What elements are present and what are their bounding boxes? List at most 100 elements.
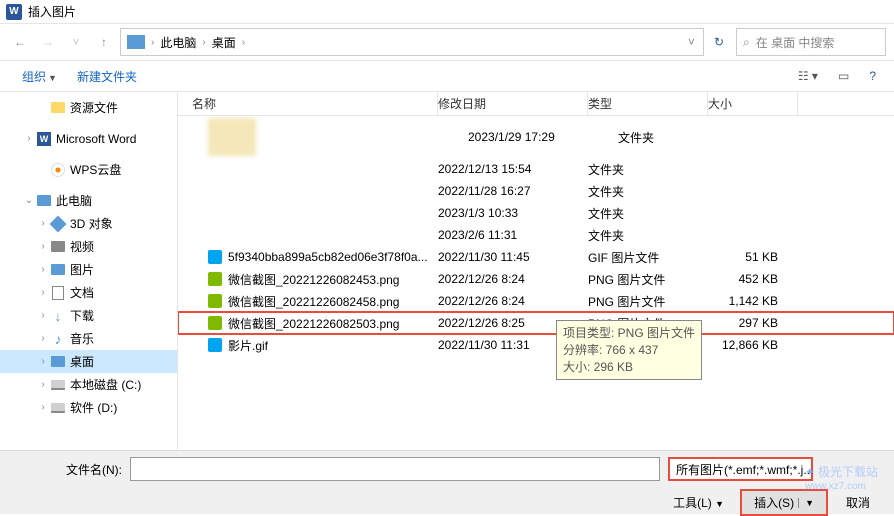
search-input[interactable]: ⌕ 在 桌面 中搜索	[736, 28, 886, 56]
recent-dropdown[interactable]: ˅	[64, 30, 88, 54]
sidebar-item-this-pc[interactable]: ⌄ 此电脑	[0, 189, 177, 212]
sidebar-item-label: 软件 (D:)	[70, 399, 117, 416]
chevron-right-icon[interactable]: ›	[36, 333, 50, 344]
chevron-right-icon[interactable]: ›	[36, 356, 50, 367]
new-folder-button[interactable]: 新建文件夹	[67, 64, 147, 89]
sidebar-item-label: 此电脑	[56, 192, 92, 209]
tooltip-line: 大小: 296 KB	[563, 359, 695, 376]
sidebar-item-label: 下载	[70, 307, 94, 324]
file-date: 2023/1/29 17:29	[468, 130, 618, 144]
cancel-button[interactable]: 取消	[834, 491, 882, 514]
column-type[interactable]: 类型	[588, 92, 708, 115]
folder-row[interactable]: 2022/12/13 15:54 文件夹	[178, 158, 894, 180]
refresh-button[interactable]: ↻	[714, 35, 724, 49]
file-row-highlighted[interactable]: 微信截图_20221226082503.png 2022/12/26 8:25 …	[178, 312, 894, 334]
chevron-right-icon[interactable]: ›	[36, 379, 50, 390]
sidebar-item-label: WPS云盘	[70, 161, 121, 178]
file-size: 1,142 KB	[708, 294, 798, 308]
sidebar-item-downloads[interactable]: › ↓ 下载	[0, 304, 177, 327]
png-icon	[208, 272, 222, 286]
path-dropdown-icon[interactable]: ˅	[688, 35, 695, 49]
chevron-right-icon[interactable]: ›	[149, 37, 156, 48]
insert-dropdown-icon[interactable]: ▼	[798, 498, 814, 508]
word-app-icon: W	[6, 4, 22, 20]
address-bar[interactable]: › 此电脑 › 桌面 › ˅	[120, 28, 704, 56]
sidebar-item-label: 3D 对象	[70, 215, 113, 232]
sidebar-item-label: 音乐	[70, 330, 94, 347]
file-row[interactable]: 5f9340bba899a5cb82ed06e3f78f0a... 2022/1…	[178, 246, 894, 268]
sidebar-item-label: Microsoft Word	[56, 132, 136, 146]
file-size: 12,866 KB	[708, 338, 798, 352]
file-type: 文件夹	[618, 129, 738, 146]
file-size: 51 KB	[708, 250, 798, 264]
title-bar: W 插入图片	[0, 0, 894, 24]
chevron-right-icon[interactable]: ›	[36, 287, 50, 298]
view-mode-button[interactable]: ☷ ▾	[792, 67, 824, 85]
sidebar-item-3d[interactable]: › 3D 对象	[0, 212, 177, 235]
file-row[interactable]: 微信截图_20221226082458.png 2022/12/26 8:24 …	[178, 290, 894, 312]
sidebar-item-music[interactable]: › ♪ 音乐	[0, 327, 177, 350]
path-segment-desktop[interactable]: 桌面	[208, 34, 240, 51]
file-name: 影片.gif	[228, 337, 268, 354]
file-type: 文件夹	[588, 205, 708, 222]
column-date[interactable]: 修改日期	[438, 92, 588, 115]
file-date: 2022/11/30 11:45	[438, 250, 588, 264]
sidebar-item-pictures[interactable]: › 图片	[0, 258, 177, 281]
tooltip-line: 项目类型: PNG 图片文件	[563, 325, 695, 342]
file-name: 微信截图_20221226082458.png	[228, 293, 399, 310]
chevron-right-icon[interactable]: ›	[22, 133, 36, 144]
sidebar-item-wps[interactable]: WPS云盘	[0, 158, 177, 181]
sidebar-item-videos[interactable]: › 视频	[0, 235, 177, 258]
chevron-right-icon[interactable]: ›	[36, 218, 50, 229]
folder-row[interactable]: 2022/11/28 16:27 文件夹	[178, 180, 894, 202]
organize-button[interactable]: 组织▼	[12, 64, 67, 89]
preview-pane-button[interactable]: ▭	[832, 67, 855, 85]
chevron-right-icon[interactable]: ›	[200, 37, 207, 48]
file-date: 2022/12/26 8:24	[438, 272, 588, 286]
back-button[interactable]: ←	[8, 30, 32, 54]
insert-button[interactable]: 插入(S) ▼	[740, 489, 828, 516]
tools-button[interactable]: 工具(L) ▼	[663, 491, 734, 514]
folder-row[interactable]: 2023/1/3 10:33 文件夹	[178, 202, 894, 224]
file-row[interactable]: 微信截图_20221226082453.png 2022/12/26 8:24 …	[178, 268, 894, 290]
sidebar-item-documents[interactable]: › 文档	[0, 281, 177, 304]
file-name: 微信截图_20221226082453.png	[228, 271, 399, 288]
chevron-right-icon[interactable]: ›	[240, 37, 247, 48]
file-type: GIF 图片文件	[588, 249, 708, 266]
file-row[interactable]: 影片.gif 2022/11/30 11:31 GIF 图片文件 12,866 …	[178, 334, 894, 356]
filename-input[interactable]	[130, 457, 660, 481]
chevron-down-icon[interactable]: ⌄	[22, 195, 36, 206]
folder-row[interactable]: 2023/2/6 11:31 文件夹	[178, 224, 894, 246]
sidebar-item-resources[interactable]: 资源文件	[0, 96, 177, 119]
nav-bar: ← → ˅ ↑ › 此电脑 › 桌面 › ˅ ↻ ⌕ 在 桌面 中搜索	[0, 24, 894, 60]
chevron-right-icon[interactable]: ›	[36, 402, 50, 413]
folder-row[interactable]: 2023/1/29 17:29 文件夹	[178, 116, 894, 158]
sidebar-item-word[interactable]: › W Microsoft Word	[0, 127, 177, 150]
chevron-right-icon[interactable]: ›	[36, 310, 50, 321]
file-date: 2023/2/6 11:31	[438, 228, 588, 242]
path-segment-pc[interactable]: 此电脑	[156, 34, 200, 51]
file-type: PNG 图片文件	[588, 271, 708, 288]
column-size[interactable]: 大小	[708, 92, 798, 115]
sidebar-item-disk-c[interactable]: › 本地磁盘 (C:)	[0, 373, 177, 396]
sidebar-item-disk-d[interactable]: › 软件 (D:)	[0, 396, 177, 419]
file-type-filter[interactable]: 所有图片(*.emf;*.wmf;*.j... ˅	[668, 457, 813, 481]
column-name[interactable]: 名称	[178, 92, 438, 115]
sidebar-item-label: 图片	[70, 261, 94, 278]
toolbar: 组织▼ 新建文件夹 ☷ ▾ ▭ ?	[0, 60, 894, 92]
sidebar-item-label: 桌面	[70, 353, 94, 370]
chevron-right-icon[interactable]: ›	[36, 264, 50, 275]
download-icon: ↓	[50, 308, 66, 324]
sidebar-item-label: 资源文件	[70, 99, 118, 116]
file-list[interactable]: 2023/1/29 17:29 文件夹 2022/12/13 15:54 文件夹…	[178, 116, 894, 450]
navigation-tree: 资源文件 › W Microsoft Word WPS云盘 ⌄ 此电脑 › 3D…	[0, 92, 178, 450]
file-type: 文件夹	[588, 183, 708, 200]
forward-button[interactable]: →	[36, 30, 60, 54]
music-icon: ♪	[50, 331, 66, 347]
folder-thumb	[208, 118, 256, 156]
chevron-right-icon[interactable]: ›	[36, 241, 50, 252]
sidebar-item-desktop[interactable]: › 桌面	[0, 350, 177, 373]
up-button[interactable]: ↑	[92, 30, 116, 54]
tooltip-line: 分辨率: 766 x 437	[563, 342, 695, 359]
help-button[interactable]: ?	[863, 67, 882, 85]
